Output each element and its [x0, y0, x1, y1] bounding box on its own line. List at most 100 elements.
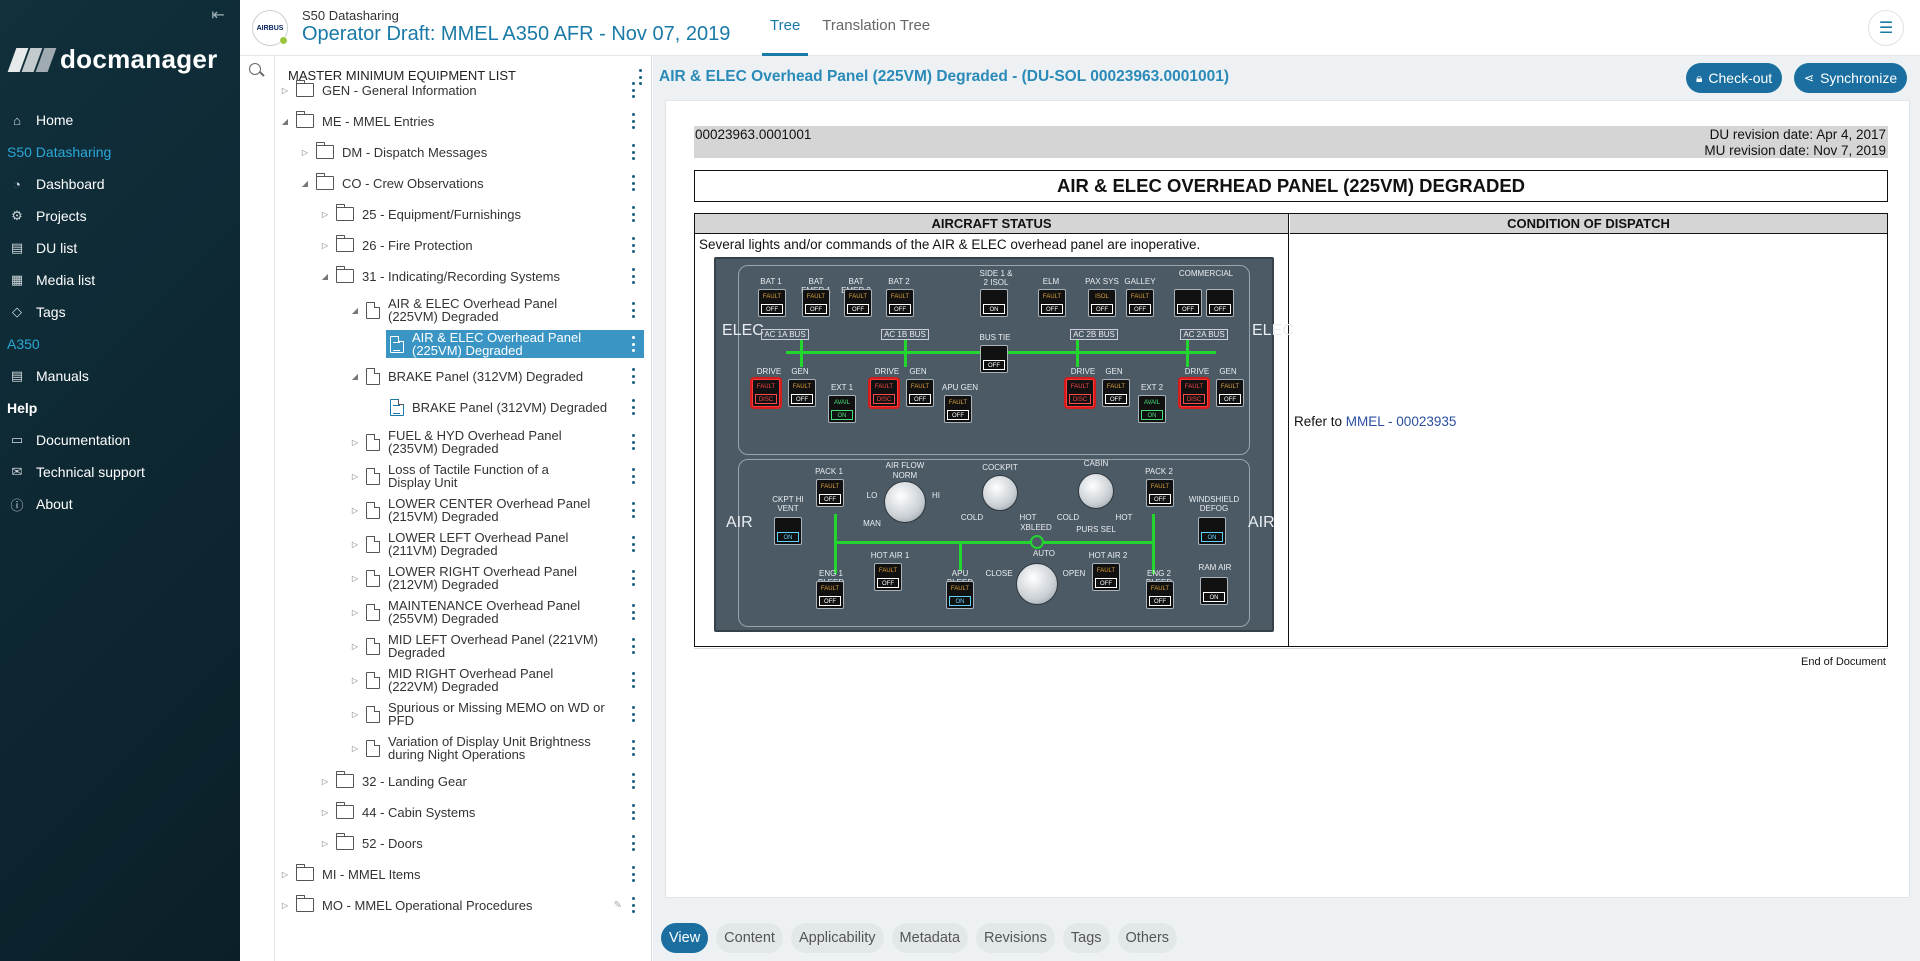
tab-others[interactable]: Others [1117, 923, 1178, 953]
kebab-menu-icon[interactable] [630, 113, 636, 129]
expand-icon[interactable]: ▷ [300, 148, 310, 157]
nav-item-technical-support[interactable]: ✉ Technical support [0, 456, 240, 488]
tab-tags[interactable]: Tags [1062, 923, 1110, 953]
kebab-menu-icon[interactable] [630, 897, 636, 913]
kebab-menu-icon[interactable] [630, 804, 636, 820]
tab-translation-tree[interactable]: Translation Tree [814, 0, 938, 56]
expand-icon[interactable]: ▷ [350, 438, 360, 447]
tree-node-26[interactable]: ▷ 26 - Fire Protection [322, 231, 644, 259]
tree-node-lower-center[interactable]: ▷ LOWER CENTER Overhead Panel (215VM) De… [352, 496, 644, 524]
tree-node-spurious-memo[interactable]: ▷ Spurious or Missing MEMO on WD or PFD [352, 700, 644, 728]
collapse-icon[interactable]: ◢ [280, 117, 290, 126]
tree-node-lower-left[interactable]: ▷ LOWER LEFT Overhead Panel (211VM) Degr… [352, 530, 644, 558]
expand-icon[interactable]: ▷ [320, 241, 330, 250]
nav-item-projects[interactable]: ⚙ Projects [0, 200, 240, 232]
tree-node-32[interactable]: ▷ 32 - Landing Gear [322, 767, 644, 795]
tree-node-mo[interactable]: ▷ MO - MMEL Operational Procedures ✎ [282, 891, 644, 919]
tree-node-gen[interactable]: ▷ GEN - General Information [282, 76, 644, 104]
expand-icon[interactable]: ▷ [280, 86, 290, 95]
expand-icon[interactable]: ▷ [280, 870, 290, 879]
nav-item-tags[interactable]: ◇ Tags [0, 296, 240, 328]
expand-icon[interactable]: ▷ [280, 901, 290, 910]
expand-icon[interactable]: ▷ [350, 744, 360, 753]
kebab-menu-icon[interactable] [630, 399, 636, 415]
collapse-icon[interactable]: ◢ [350, 372, 360, 381]
tree-node-me[interactable]: ◢ ME - MMEL Entries [282, 107, 644, 135]
tab-tree[interactable]: Tree [762, 0, 809, 56]
tab-metadata[interactable]: Metadata [891, 923, 969, 953]
tree-node-mid-right[interactable]: ▷ MID RIGHT Overhead Panel (222VM) Degra… [352, 666, 644, 694]
kebab-menu-icon[interactable] [630, 502, 636, 518]
tree-node-44[interactable]: ▷ 44 - Cabin Systems [322, 798, 644, 826]
kebab-menu-icon[interactable] [630, 604, 636, 620]
tab-revisions[interactable]: Revisions [976, 923, 1055, 953]
checklist-menu-icon[interactable]: ☰ [1868, 10, 1904, 46]
kebab-menu-icon[interactable] [630, 82, 636, 98]
nav-item-media-list[interactable]: ▦ Media list [0, 264, 240, 296]
kebab-menu-icon[interactable] [630, 175, 636, 191]
kebab-menu-icon[interactable] [630, 268, 636, 284]
tab-view[interactable]: View [661, 923, 709, 953]
kebab-menu-icon[interactable] [630, 638, 636, 654]
kebab-menu-icon[interactable] [630, 773, 636, 789]
tree-node-tactile[interactable]: ▷ Loss of Tactile Function of a Display … [352, 462, 644, 490]
search-icon[interactable] [248, 62, 266, 80]
kebab-menu-icon[interactable] [630, 468, 636, 484]
nav-item-manuals[interactable]: ▤ Manuals [0, 360, 240, 392]
check-out-button[interactable]: 🔒︎ Check-out [1686, 63, 1783, 93]
kebab-menu-icon[interactable] [630, 866, 636, 882]
collapse-sidebar-icon[interactable]: ⇤ [206, 6, 230, 26]
kebab-menu-icon[interactable] [630, 368, 636, 384]
tab-applicability[interactable]: Applicability [790, 923, 884, 953]
kebab-menu-icon[interactable] [630, 434, 636, 450]
expand-icon[interactable]: ▷ [320, 808, 330, 817]
nav-item-documentation[interactable]: ▭ Documentation [0, 424, 240, 456]
tree-node-brake-solution[interactable]: BRAKE Panel (312VM) Degraded [386, 393, 644, 421]
expand-icon[interactable]: ▷ [320, 210, 330, 219]
synchronize-button[interactable]: ⋖ Synchronize [1794, 63, 1908, 93]
expand-icon[interactable]: ▷ [320, 839, 330, 848]
tree-node-air-elec[interactable]: ◢ AIR & ELEC Overhead Panel (225VM) Degr… [352, 296, 644, 324]
tree-node-dm[interactable]: ▷ DM - Dispatch Messages [302, 138, 644, 166]
nav-item-du-list[interactable]: ▤ DU list [0, 232, 240, 264]
collapse-icon[interactable]: ◢ [350, 306, 360, 315]
collapse-icon[interactable]: ◢ [320, 272, 330, 281]
expand-icon[interactable]: ▷ [320, 777, 330, 786]
collapse-icon[interactable]: ◢ [300, 179, 310, 188]
kebab-menu-icon[interactable] [630, 144, 636, 160]
kebab-menu-icon[interactable] [630, 672, 636, 688]
expand-icon[interactable]: ▷ [350, 608, 360, 617]
tree-node-air-elec-solution[interactable]: AIR & ELEC Overhead Panel (225VM) Degrad… [386, 330, 644, 358]
tree-node-52[interactable]: ▷ 52 - Doors [322, 829, 644, 857]
tree-node-25[interactable]: ▷ 25 - Equipment/Furnishings [322, 200, 644, 228]
expand-icon[interactable]: ▷ [350, 710, 360, 719]
kebab-menu-icon[interactable] [630, 536, 636, 552]
tree-node-31[interactable]: ◢ 31 - Indicating/Recording Systems [322, 262, 644, 290]
expand-icon[interactable]: ▷ [350, 574, 360, 583]
expand-icon[interactable]: ▷ [350, 676, 360, 685]
tree-node-maintenance[interactable]: ▷ MAINTENANCE Overhead Panel (255VM) Deg… [352, 598, 644, 626]
tree-node-mi[interactable]: ▷ MI - MMEL Items [282, 860, 644, 888]
kebab-menu-icon[interactable] [630, 835, 636, 851]
tree-node-co[interactable]: ◢ CO - Crew Observations [302, 169, 644, 197]
expand-icon[interactable]: ▷ [350, 540, 360, 549]
kebab-menu-icon[interactable] [630, 740, 636, 756]
tree-node-brake[interactable]: ◢ BRAKE Panel (312VM) Degraded [352, 362, 644, 390]
kebab-menu-icon[interactable] [630, 206, 636, 222]
nav-item-about[interactable]: ⓘ About [0, 488, 240, 520]
kebab-menu-icon[interactable] [630, 237, 636, 253]
expand-icon[interactable]: ▷ [350, 642, 360, 651]
kebab-menu-icon[interactable] [630, 336, 636, 352]
kebab-menu-icon[interactable] [630, 570, 636, 586]
tree-node-fuel-hyd[interactable]: ▷ FUEL & HYD Overhead Panel (235VM) Degr… [352, 428, 644, 456]
tab-content[interactable]: Content [716, 923, 783, 953]
kebab-menu-icon[interactable] [630, 302, 636, 318]
tree-node-lower-right[interactable]: ▷ LOWER RIGHT Overhead Panel (212VM) Deg… [352, 564, 644, 592]
kebab-menu-icon[interactable] [630, 706, 636, 722]
docmanager-logo[interactable]: docmanager [7, 44, 218, 75]
expand-icon[interactable]: ▷ [350, 506, 360, 515]
tree-node-mid-left[interactable]: ▷ MID LEFT Overhead Panel (221VM) Degrad… [352, 632, 644, 660]
expand-icon[interactable]: ▷ [350, 472, 360, 481]
mmel-reference-link[interactable]: MMEL - 00023935 [1346, 414, 1457, 429]
nav-item-home[interactable]: ⌂ Home [0, 104, 240, 136]
